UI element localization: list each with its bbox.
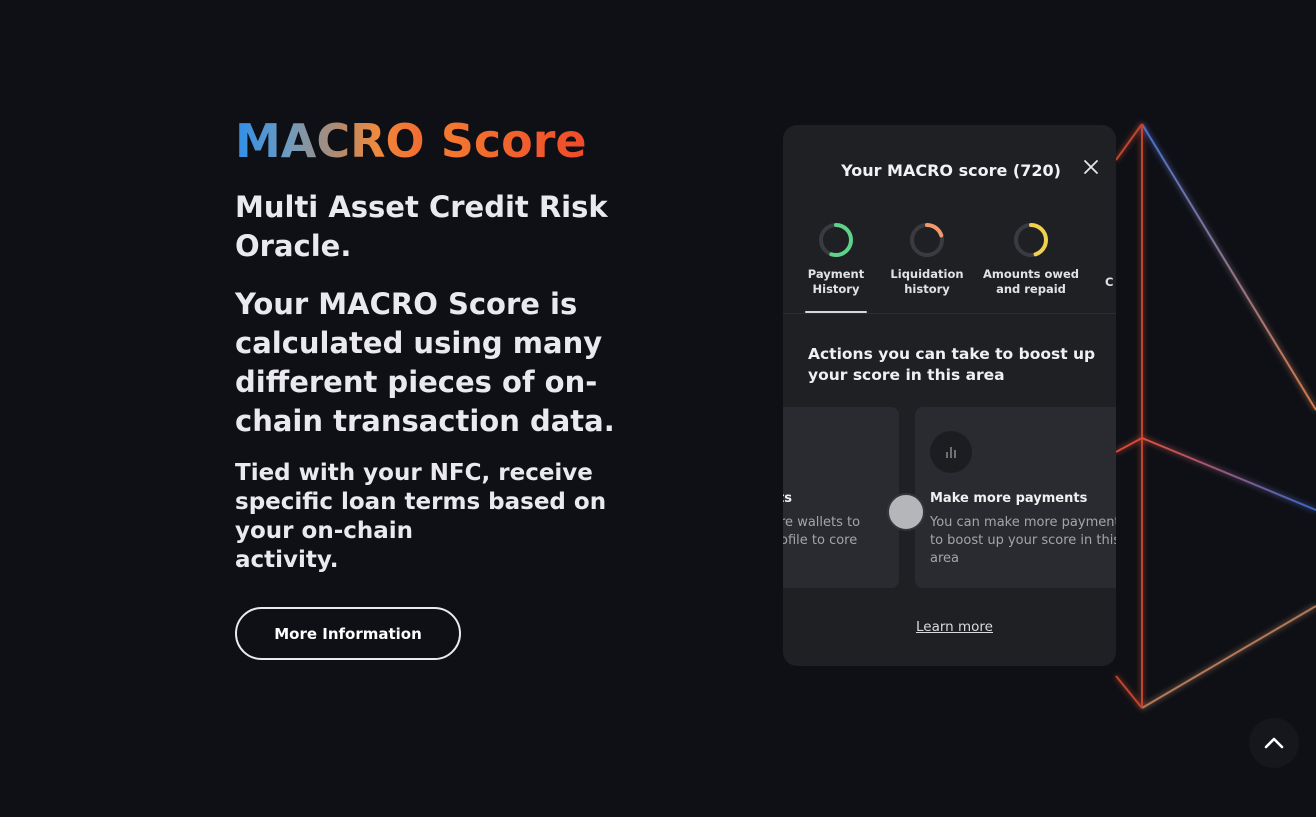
progress-ring-icon xyxy=(819,223,853,257)
bar-chart-icon xyxy=(930,431,972,473)
more-information-button[interactable]: More Information xyxy=(235,607,461,660)
action-card-description: You can make more payments to boost up y… xyxy=(930,515,1116,566)
progress-ring-icon xyxy=(910,223,944,257)
hero-body: Tied with your NFC, receive specific loa… xyxy=(235,460,607,573)
action-card[interactable]: Make more payments You can make more pay… xyxy=(915,407,1116,588)
tab-label: Payment History xyxy=(807,267,865,296)
brand-macro: MACRO xyxy=(235,114,425,168)
actions-title: Actions you can take to boost up your sc… xyxy=(808,345,1096,384)
hero-section: MACRO Score Multi Asset Credit Risk Orac… xyxy=(235,112,665,575)
tab-partial[interactable]: C xyxy=(1105,221,1116,290)
carousel-drag-handle[interactable] xyxy=(887,493,925,531)
score-category-tabs: Payment History Liquidation history Amou… xyxy=(783,221,1116,313)
tab-label: Amounts owed and repaid xyxy=(982,267,1080,296)
brand-title: MACRO Score xyxy=(235,112,665,170)
scroll-to-top-button[interactable] xyxy=(1249,718,1299,768)
close-icon xyxy=(1084,160,1098,174)
tab-liquidation-history[interactable]: Liquidation history xyxy=(884,221,970,297)
close-button[interactable] xyxy=(1080,156,1102,178)
tab-label: C xyxy=(1105,275,1114,289)
action-card-title: Make more payments xyxy=(930,491,1088,506)
tab-amounts-owed[interactable]: Amounts owed and repaid xyxy=(977,221,1085,297)
tabs-divider xyxy=(783,313,1116,314)
learn-more-link[interactable]: Learn more xyxy=(916,619,993,635)
action-card-title: ts xyxy=(783,491,792,506)
chevron-up-icon xyxy=(1264,737,1284,749)
hero-headline: Multi Asset Credit Risk Oracle. xyxy=(235,190,608,263)
action-card[interactable]: ts re wallets to ofile to core xyxy=(783,407,899,588)
hero-subheadline: Your MACRO Score is calculated using man… xyxy=(235,287,615,438)
macro-score-modal: Your MACRO score (720) Payment History L… xyxy=(783,125,1116,666)
progress-ring-icon xyxy=(1014,223,1048,257)
modal-title: Your MACRO score (720) xyxy=(841,161,1061,180)
action-card-description: re wallets to ofile to core xyxy=(783,515,861,548)
tab-payment-history[interactable]: Payment History xyxy=(793,221,879,297)
brand-score: Score xyxy=(440,114,587,168)
tab-label: Liquidation history xyxy=(890,267,964,296)
